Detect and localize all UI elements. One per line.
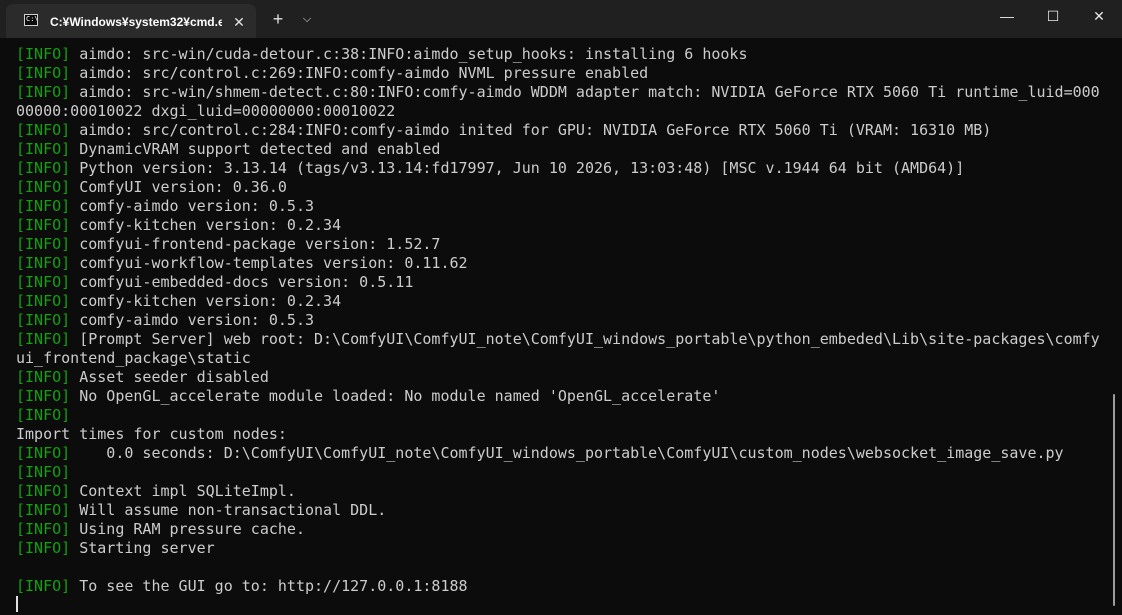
line-text: Asset seeder disabled: [70, 368, 269, 386]
info-tag: [INFO]: [16, 83, 71, 101]
terminal-line: [INFO] Python version: 3.13.14 (tags/v3.…: [16, 159, 1106, 178]
info-tag: [INFO]: [16, 216, 71, 234]
line-text: Will assume non-transactional DDL.: [70, 501, 387, 519]
minimize-button[interactable]: —: [984, 0, 1030, 32]
scrollbar-thumb[interactable]: [1113, 394, 1115, 606]
cmd-icon: C:\: [24, 14, 38, 26]
line-text: comfy-kitchen version: 0.2.34: [70, 216, 342, 234]
title-bar[interactable]: C:\ C:¥Windows¥system32¥cmd.e ✕ + ⌵ — ☐ …: [0, 0, 1122, 38]
info-tag: [INFO]: [16, 64, 71, 82]
info-tag: [INFO]: [16, 273, 71, 291]
terminal-line: [INFO] comfy-kitchen version: 0.2.34: [16, 216, 1106, 235]
terminal-lines: [INFO] aimdo: src-win/cuda-detour.c:38:I…: [16, 45, 1106, 596]
info-tag: [INFO]: [16, 159, 71, 177]
info-tag: [INFO]: [16, 463, 71, 481]
line-text: aimdo: src-win/shmem-detect.c:80:INFO:co…: [70, 83, 1100, 101]
line-text: No OpenGL_accelerate module loaded: No m…: [70, 387, 721, 405]
line-text: [Prompt Server] web root: D:\ComfyUI\Com…: [70, 330, 1100, 348]
line-text: 0.0 seconds: D:\ComfyUI\ComfyUI_note\Com…: [70, 444, 1064, 462]
line-text: Using RAM pressure cache.: [70, 520, 305, 538]
text-cursor: [16, 596, 18, 612]
line-text: Starting server: [70, 539, 215, 557]
terminal-line: [INFO] aimdo: src/control.c:284:INFO:com…: [16, 121, 1106, 140]
line-text: comfyui-workflow-templates version: 0.11…: [70, 254, 468, 272]
line-text: aimdo: src-win/cuda-detour.c:38:INFO:aim…: [70, 45, 748, 63]
info-tag: [INFO]: [16, 292, 71, 310]
terminal-line: [INFO] aimdo: src/control.c:269:INFO:com…: [16, 64, 1106, 83]
terminal-line: [INFO] Starting server: [16, 539, 1106, 558]
terminal-line: ui_frontend_package\static: [16, 349, 1106, 368]
close-tab-icon[interactable]: ✕: [228, 11, 250, 33]
terminal-line: [INFO] aimdo: src-win/shmem-detect.c:80:…: [16, 83, 1106, 102]
terminal-window: C:\ C:¥Windows¥system32¥cmd.e ✕ + ⌵ — ☐ …: [0, 0, 1122, 615]
terminal-line: [INFO] [Prompt Server] web root: D:\Comf…: [16, 330, 1106, 349]
terminal-line: [INFO] aimdo: src-win/cuda-detour.c:38:I…: [16, 45, 1106, 64]
terminal-line: [INFO] DynamicVRAM support detected and …: [16, 140, 1106, 159]
line-text: aimdo: src/control.c:269:INFO:comfy-aimd…: [70, 64, 649, 82]
line-text: Import times for custom nodes:: [16, 425, 287, 443]
terminal-output[interactable]: [INFO] aimdo: src-win/cuda-detour.c:38:I…: [0, 38, 1122, 615]
terminal-line: [INFO] Context impl SQLiteImpl.: [16, 482, 1106, 501]
terminal-line: [INFO]: [16, 406, 1106, 425]
terminal-line: [INFO] Using RAM pressure cache.: [16, 520, 1106, 539]
info-tag: [INFO]: [16, 444, 71, 462]
terminal-line: 00000:00010022 dxgi_luid=00000000:000100…: [16, 102, 1106, 121]
terminal-line: [INFO] Will assume non-transactional DDL…: [16, 501, 1106, 520]
terminal-line: [INFO] comfyui-workflow-templates versio…: [16, 254, 1106, 273]
info-tag: [INFO]: [16, 121, 71, 139]
terminal-line: [INFO] ComfyUI version: 0.36.0: [16, 178, 1106, 197]
info-tag: [INFO]: [16, 501, 71, 519]
line-text: Context impl SQLiteImpl.: [70, 482, 296, 500]
close-window-button[interactable]: ✕: [1076, 0, 1122, 32]
terminal-line: [INFO] comfyui-embedded-docs version: 0.…: [16, 273, 1106, 292]
terminal-line: [INFO] comfy-aimdo version: 0.5.3: [16, 197, 1106, 216]
info-tag: [INFO]: [16, 482, 71, 500]
info-tag: [INFO]: [16, 235, 71, 253]
terminal-line: [INFO] No OpenGL_accelerate module loade…: [16, 387, 1106, 406]
tab-cmd[interactable]: C:\ C:¥Windows¥system32¥cmd.e ✕: [6, 4, 256, 38]
line-text: 00000:00010022 dxgi_luid=00000000:000100…: [16, 102, 396, 120]
terminal-line: [INFO] 0.0 seconds: D:\ComfyUI\ComfyUI_n…: [16, 444, 1106, 463]
info-tag: [INFO]: [16, 387, 71, 405]
line-text: Python version: 3.13.14 (tags/v3.13.14:f…: [70, 159, 965, 177]
line-text: comfy-kitchen version: 0.2.34: [70, 292, 342, 310]
info-tag: [INFO]: [16, 368, 71, 386]
line-text: comfy-aimdo version: 0.5.3: [70, 197, 315, 215]
chevron-down-icon[interactable]: ⌵: [296, 8, 318, 30]
terminal-line: [INFO]: [16, 463, 1106, 482]
info-tag: [INFO]: [16, 520, 71, 538]
info-tag: [INFO]: [16, 45, 71, 63]
line-text: ui_frontend_package\static: [16, 349, 251, 367]
tab-title: C:¥Windows¥system32¥cmd.e: [50, 15, 222, 29]
terminal-line: [INFO] Asset seeder disabled: [16, 368, 1106, 387]
info-tag: [INFO]: [16, 406, 71, 424]
info-tag: [INFO]: [16, 178, 71, 196]
line-text: aimdo: src/control.c:284:INFO:comfy-aimd…: [70, 121, 992, 139]
info-tag: [INFO]: [16, 254, 71, 272]
info-tag: [INFO]: [16, 140, 71, 158]
new-tab-button[interactable]: +: [266, 8, 290, 30]
terminal-line: Import times for custom nodes:: [16, 425, 1106, 444]
info-tag: [INFO]: [16, 197, 71, 215]
line-text: comfyui-frontend-package version: 1.52.7: [70, 235, 441, 253]
line-text: To see the GUI go to: http://127.0.0.1:8…: [70, 577, 468, 595]
info-tag: [INFO]: [16, 311, 71, 329]
info-tag: [INFO]: [16, 330, 71, 348]
line-text: comfy-aimdo version: 0.5.3: [70, 311, 315, 329]
terminal-line: [INFO] comfyui-frontend-package version:…: [16, 235, 1106, 254]
terminal-line: [INFO] comfy-aimdo version: 0.5.3: [16, 311, 1106, 330]
maximize-button[interactable]: ☐: [1030, 0, 1076, 32]
terminal-line: [INFO] To see the GUI go to: http://127.…: [16, 577, 1106, 596]
terminal-line: [INFO] comfy-kitchen version: 0.2.34: [16, 292, 1106, 311]
info-tag: [INFO]: [16, 539, 71, 557]
line-text: DynamicVRAM support detected and enabled: [70, 140, 441, 158]
info-tag: [INFO]: [16, 577, 71, 595]
line-text: comfyui-embedded-docs version: 0.5.11: [70, 273, 414, 291]
line-text: ComfyUI version: 0.36.0: [70, 178, 287, 196]
